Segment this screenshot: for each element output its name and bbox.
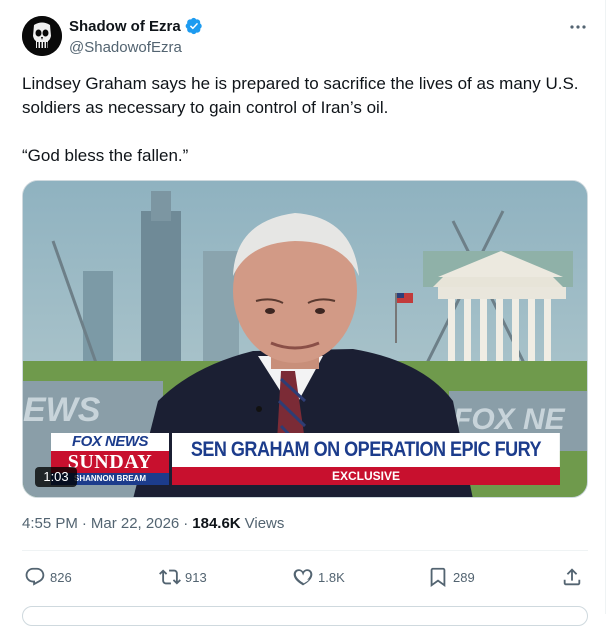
- more-options-button[interactable]: [566, 16, 590, 38]
- views-count: 184.6K: [192, 515, 241, 532]
- views-label: Views: [244, 515, 285, 532]
- bookmark-icon: [430, 567, 446, 588]
- wall-text-left: EWS: [23, 391, 101, 429]
- verified-badge-icon: [185, 17, 202, 35]
- share-button[interactable]: [561, 562, 583, 592]
- tweet-meta: 4:55 PM · Mar 22, 2026 · 184.6K Views: [22, 515, 284, 532]
- like-count: 1.8K: [318, 569, 345, 585]
- reply-button[interactable]: 826: [24, 562, 72, 592]
- wall-text-right: FOX NE: [453, 403, 566, 436]
- video-duration-badge: 1:03: [35, 467, 77, 487]
- reply-count: 826: [50, 569, 72, 585]
- meta-separator: ·: [81, 515, 87, 532]
- news-lower-third: FOX NEWS SUNDAY SHANNON BREAM SEN GRAHAM…: [51, 433, 561, 485]
- meta-separator: ·: [183, 515, 189, 532]
- author-handle[interactable]: @ShadowofEzra: [69, 39, 182, 56]
- avatar[interactable]: [22, 16, 62, 56]
- more-dots-icon: [570, 25, 586, 29]
- repost-button[interactable]: 913: [159, 562, 207, 592]
- chyron-subheadline: EXCLUSIVE: [172, 467, 560, 485]
- tweet-text: Lindsey Graham says he is prepared to sa…: [22, 74, 579, 165]
- network-logo: FOX NEWS: [51, 433, 169, 451]
- chyron-headline: SEN GRAHAM ON OPERATION EPIC FURY: [172, 433, 560, 467]
- author-name[interactable]: Shadow of Ezra: [69, 18, 181, 35]
- reply-icon: [25, 567, 45, 586]
- repost-icon: [159, 569, 181, 585]
- post-time[interactable]: 4:55 PM: [22, 515, 78, 532]
- author-name-row[interactable]: Shadow of Ezra: [69, 17, 203, 35]
- punisher-skull-icon: [22, 16, 62, 56]
- repost-count: 913: [185, 569, 207, 585]
- share-icon: [563, 568, 581, 586]
- heart-icon: [293, 569, 313, 586]
- tweet-card: Shadow of Ezra @ShadowofEzra Lindsey Gra…: [0, 0, 606, 626]
- post-date[interactable]: Mar 22, 2026: [91, 515, 179, 532]
- action-bar: 826 913 1.8K 289: [22, 562, 588, 592]
- bookmark-button[interactable]: 289: [427, 562, 475, 592]
- bookmark-count: 289: [453, 569, 475, 585]
- divider: [22, 550, 588, 551]
- video-player[interactable]: EWS FOX NE FOX NEWS SUNDAY SHANNON BREAM: [22, 180, 588, 498]
- like-button[interactable]: 1.8K: [292, 562, 345, 592]
- reply-box-edge: [22, 606, 588, 626]
